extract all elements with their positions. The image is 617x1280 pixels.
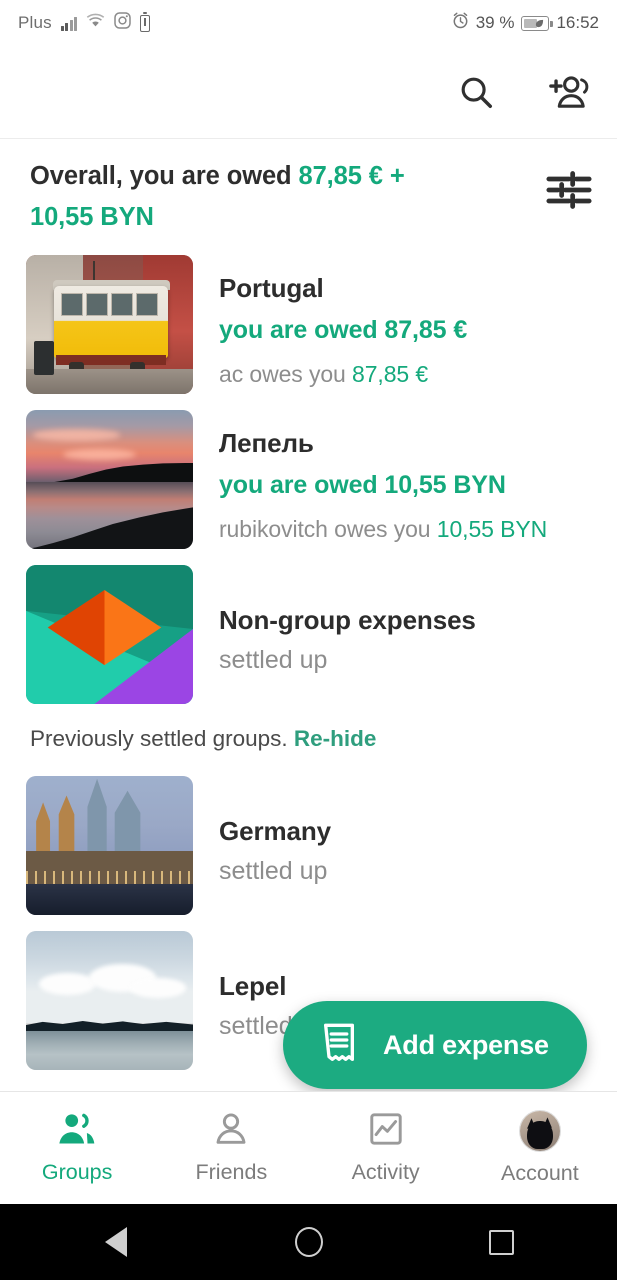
recents-button[interactable]: [478, 1218, 526, 1266]
group-balance-status: you are owed 87,85 €: [219, 316, 468, 344]
status-bar-left: Plus: [18, 11, 151, 34]
detail-amount: 10,55 BYN: [436, 516, 548, 542]
group-name: Lepel: [219, 971, 287, 1001]
group-name: Portugal: [219, 273, 324, 303]
home-button[interactable]: [285, 1218, 333, 1266]
group-thumbnail: [26, 255, 193, 394]
lisbon-tram-photo: [26, 255, 193, 394]
group-balance-detail: ac owes you 87,85 €: [219, 358, 467, 390]
nav-label-account: Account: [501, 1161, 579, 1185]
signal-icon: [60, 16, 78, 31]
group-balance-status: settled up: [219, 857, 328, 885]
status-bar: Plus 39 % 16:52: [0, 0, 617, 46]
status-bar-right: 39 % 16:52: [452, 12, 599, 34]
battery-percent-label: 39 %: [475, 13, 515, 32]
detail-prefix: ac owes you: [219, 361, 353, 387]
group-name: Germany: [219, 816, 332, 846]
detail-amount: 87,85 €: [352, 361, 429, 387]
overall-amount-byn: 10,55 BYN: [30, 203, 154, 231]
group-thumbnail: [26, 410, 193, 549]
groups-icon: [56, 1112, 98, 1151]
group-list: Portugal you are owed 87,85 € ac owes yo…: [0, 247, 617, 1078]
re-hide-link[interactable]: Re-hide: [294, 726, 377, 751]
detail-prefix: rubikovitch owes you: [219, 516, 437, 542]
receipt-icon: [319, 1021, 359, 1070]
app-screen: Plus 39 % 16:52 Overall, you are owed 87…: [0, 0, 617, 1280]
group-row-germany[interactable]: Germany settled up: [0, 768, 617, 923]
daytime-lake-photo: [26, 931, 193, 1070]
group-row-portugal[interactable]: Portugal you are owed 87,85 € ac owes yo…: [0, 247, 617, 402]
leaf-icon: [536, 19, 544, 28]
battery-low-icon: [140, 11, 151, 32]
add-group-icon[interactable]: [545, 69, 591, 115]
nav-item-friends[interactable]: Friends: [154, 1112, 308, 1185]
settled-header-label: Previously settled groups.: [30, 726, 294, 751]
group-thumbnail: [26, 565, 193, 704]
overall-balance-text: Overall, you are owed 87,85 € + 10,55 BY…: [30, 156, 405, 238]
previously-settled-header: Previously settled groups. Re-hide: [0, 712, 617, 768]
group-thumbnail: [26, 931, 193, 1070]
nav-label-activity: Activity: [351, 1159, 420, 1184]
group-row-body: Non-group expenses settled up: [193, 565, 476, 677]
group-row-lepel[interactable]: Лепель you are owed 10,55 BYN rubikovitc…: [0, 402, 617, 557]
group-row-body: Portugal you are owed 87,85 € ac owes yo…: [193, 255, 467, 390]
nav-item-groups[interactable]: Groups: [0, 1112, 154, 1185]
overall-plus: +: [382, 162, 405, 190]
person-icon: [214, 1112, 248, 1151]
sunset-lake-photo: [26, 410, 193, 549]
group-name: Лепель: [219, 428, 314, 458]
carrier-label: Plus: [18, 13, 52, 32]
overall-amount-eur: 87,85 €: [298, 162, 383, 190]
group-balance-status: settled up: [219, 646, 328, 674]
group-thumbnail: [26, 776, 193, 915]
chart-icon: [369, 1112, 403, 1151]
splitwise-logo: [26, 565, 193, 704]
bottom-navigation: Groups Friends Activity Account: [0, 1091, 617, 1204]
group-name: Non-group expenses: [219, 605, 476, 635]
overall-balance-banner: Overall, you are owed 87,85 € + 10,55 BY…: [0, 138, 617, 256]
wifi-icon: [86, 13, 105, 33]
add-expense-button[interactable]: Add expense: [283, 1001, 587, 1089]
nav-item-account[interactable]: Account: [463, 1110, 617, 1186]
cologne-cathedral-photo: [26, 776, 193, 915]
nav-label-groups: Groups: [41, 1159, 113, 1184]
nav-label-friends: Friends: [195, 1159, 268, 1184]
alarm-icon: [452, 12, 469, 34]
overall-prefix: Overall, you are owed: [30, 162, 299, 190]
app-bar: [0, 46, 617, 138]
nav-item-activity[interactable]: Activity: [309, 1112, 463, 1185]
clock-label: 16:52: [556, 13, 599, 32]
add-expense-label: Add expense: [383, 1029, 549, 1060]
avatar-photo: [519, 1111, 560, 1151]
instagram-icon: [114, 12, 132, 34]
filter-tune-icon[interactable]: [545, 168, 593, 217]
battery-saver-icon: [521, 15, 553, 31]
group-row-body: Лепель you are owed 10,55 BYN rubikovitc…: [193, 410, 547, 545]
back-button[interactable]: [92, 1218, 140, 1266]
group-row-non-group-expenses[interactable]: Non-group expenses settled up: [0, 557, 617, 712]
group-balance-status: you are owed 10,55 BYN: [219, 471, 506, 499]
android-navigation-bar: [0, 1204, 617, 1280]
group-balance-detail: rubikovitch owes you 10,55 BYN: [219, 513, 547, 545]
group-row-body: Germany settled up: [193, 776, 331, 888]
avatar-icon: [518, 1110, 561, 1152]
search-icon[interactable]: [453, 69, 499, 115]
